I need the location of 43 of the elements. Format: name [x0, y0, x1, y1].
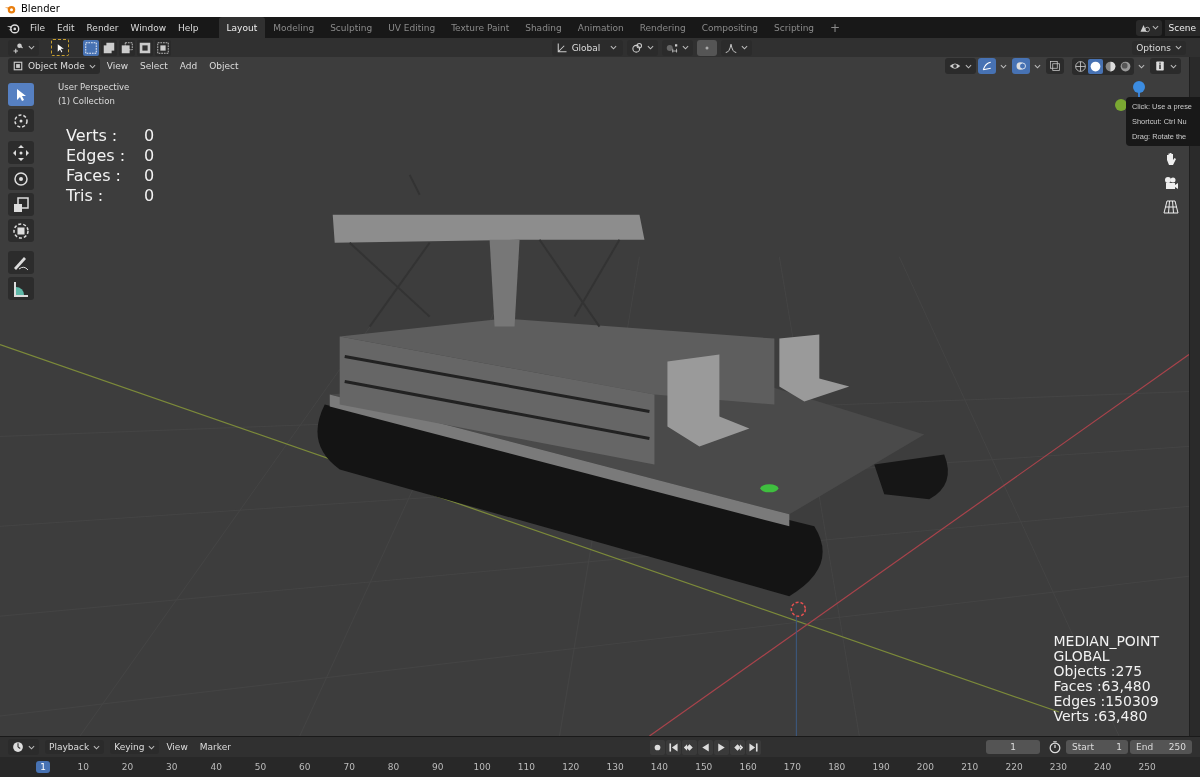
scene-info-line: Objects :275 — [1053, 664, 1144, 679]
frame-number: 40 — [209, 760, 223, 773]
frame-number: 80 — [386, 760, 401, 773]
frame-number: 30 — [165, 760, 179, 773]
scene-info-line: GLOBAL — [1053, 649, 1110, 664]
stat-value: 0 — [144, 186, 155, 206]
stat-label: Faces : — [66, 166, 122, 186]
stat-label: Verts : — [66, 126, 119, 146]
frame-number: 230 — [1048, 760, 1068, 773]
frame-number: 240 — [1093, 760, 1113, 773]
frame-number: 220 — [1004, 760, 1024, 773]
stat-value: 0 — [144, 166, 155, 186]
frame-number: 50 — [253, 760, 268, 773]
frame-number: 100 — [472, 760, 492, 773]
frame-number: 20 — [120, 760, 135, 773]
stat-value: 0 — [144, 146, 155, 166]
scene-info-line: Faces :63,480 — [1053, 679, 1152, 694]
scene-info-line: Edges :150309 — [1053, 694, 1159, 709]
stat-value: 0 — [144, 126, 155, 146]
frame-number: 160 — [738, 760, 758, 773]
collection-name: (1) Collection — [58, 96, 116, 106]
scene-info-line: MEDIAN_POINT — [1053, 634, 1159, 649]
frame-number: 190 — [871, 760, 891, 773]
frame-number: 170 — [782, 760, 802, 773]
frame-number: 70 — [342, 760, 356, 773]
frame-number: 1 — [36, 760, 50, 773]
frame-number: 250 — [1137, 760, 1157, 773]
frame-number: 150 — [694, 760, 714, 773]
stat-label: Edges : — [66, 146, 127, 166]
frame-number: 110 — [516, 760, 537, 773]
frame-number: 210 — [960, 760, 980, 773]
frame-number: 180 — [827, 760, 847, 773]
frame-number: 90 — [431, 760, 445, 773]
frame-number: 130 — [605, 760, 625, 773]
view-name: User Perspective — [58, 82, 131, 92]
scene-info-line: Verts :63,480 — [1053, 709, 1149, 724]
frame-number: 60 — [298, 760, 312, 773]
frame-number: 10 — [76, 760, 90, 773]
stat-label: Tris : — [66, 186, 105, 206]
frame-number: 200 — [915, 760, 935, 773]
window-title: Blender — [21, 3, 60, 14]
frame-number: 120 — [561, 760, 581, 773]
frame-number: 140 — [649, 760, 669, 773]
